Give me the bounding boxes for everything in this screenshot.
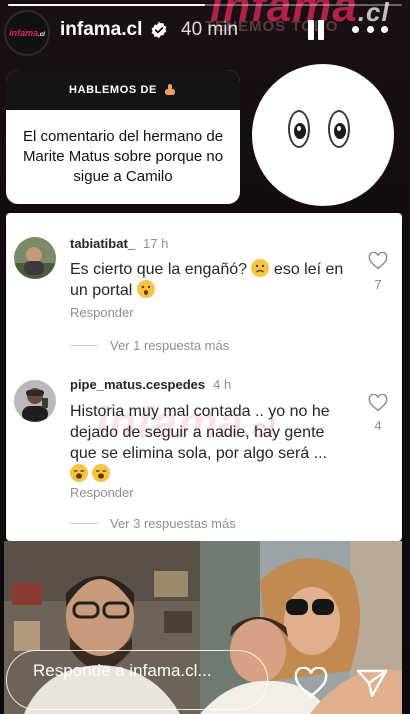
heart-icon[interactable] bbox=[294, 667, 328, 699]
reply-input[interactable]: Responde a infama.cl... bbox=[6, 650, 268, 710]
comment-username[interactable]: tabiatibat_ 17 h bbox=[70, 236, 168, 251]
comment-avatar[interactable] bbox=[14, 237, 56, 279]
comment-username[interactable]: pipe_matus.cespedes 4 h bbox=[70, 377, 231, 392]
comment-avatar[interactable] bbox=[14, 380, 56, 422]
story-progress-bar bbox=[8, 4, 402, 6]
comment-text: Historia muy mal contada .. yo no he dej… bbox=[70, 401, 342, 485]
reply-placeholder: Responde a infama.cl... bbox=[33, 661, 212, 680]
more-options-icon[interactable] bbox=[352, 22, 388, 36]
send-icon[interactable] bbox=[355, 667, 389, 699]
view-more-replies[interactable]: Ver 1 respuesta más bbox=[70, 338, 229, 353]
comment-like-count: 7 bbox=[374, 277, 382, 292]
verified-badge-icon bbox=[151, 21, 167, 39]
worried-face-icon bbox=[251, 259, 270, 277]
story-viewer[interactable]: infama.cl TENEMOS TODO infama.cl infama.… bbox=[0, 0, 410, 714]
account-logo: infama.cl bbox=[9, 28, 45, 38]
comment-like-icon[interactable] bbox=[368, 394, 388, 412]
account-name[interactable]: infama.cl bbox=[60, 19, 142, 41]
comment-text: Es cierto que la engañó? eso leí en un p… bbox=[70, 259, 344, 299]
pointing-down-hand-icon bbox=[164, 84, 175, 95]
view-more-replies[interactable]: Ver 3 respuestas más bbox=[70, 516, 236, 531]
reply-button[interactable]: Responder bbox=[70, 485, 134, 500]
yawning-face-icon bbox=[70, 464, 88, 482]
yawning-face-icon bbox=[92, 464, 111, 482]
account-avatar[interactable]: infama.cl bbox=[4, 10, 50, 56]
comment-like-count: 4 bbox=[374, 418, 382, 433]
comments-panel: infama.cl tabiatibat_ 17 h Es cierto que … bbox=[6, 213, 402, 541]
question-sticker: HABLEMOS DE El comentario del hermano de… bbox=[6, 70, 240, 204]
reply-button[interactable]: Responder bbox=[70, 305, 134, 320]
surprised-face-icon bbox=[136, 280, 155, 298]
question-header: HABLEMOS DE bbox=[6, 70, 240, 110]
eyes-sticker bbox=[252, 64, 394, 206]
comment-like-icon[interactable] bbox=[368, 252, 388, 270]
eyes-icon bbox=[288, 110, 310, 148]
story-time: 40 min bbox=[181, 19, 239, 40]
question-text: El comentario del hermano de Marite Matu… bbox=[22, 128, 224, 185]
pause-icon[interactable] bbox=[306, 20, 326, 40]
story-progress-fill bbox=[8, 4, 205, 6]
eyes-icon bbox=[328, 110, 350, 148]
